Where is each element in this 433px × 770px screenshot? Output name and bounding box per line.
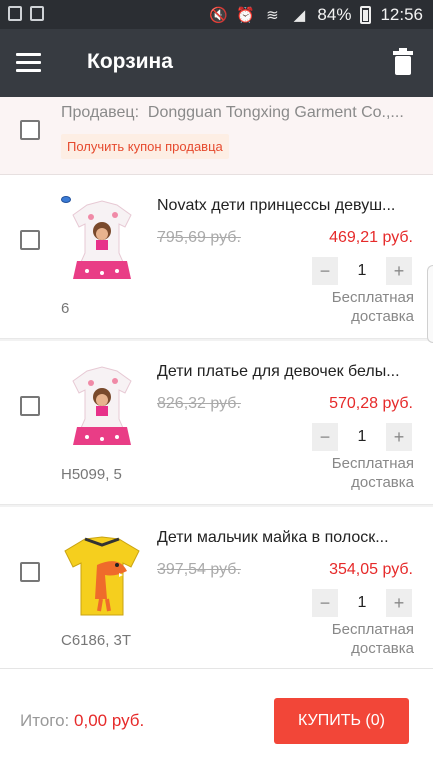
shipping-line-2: доставка — [351, 640, 414, 657]
item-variant: H5099, 5 — [61, 466, 122, 483]
item-old-price: 795,69 руб. — [157, 229, 241, 246]
seller-name-value: Dongguan Tongxing Garment Co.,... — [147, 104, 404, 121]
shipping-line-2: доставка — [351, 474, 414, 491]
item-variant: C6186, 3T — [61, 632, 132, 649]
quantity-stepper: − 1 + — [312, 423, 412, 451]
clock: 12:56 — [380, 5, 423, 24]
cart-item: Novatx дети принцессы девуш... 795,69 ру… — [0, 175, 433, 339]
quantity-stepper: − 1 + — [312, 257, 412, 285]
seller-select-checkbox[interactable] — [20, 120, 40, 140]
battery-icon — [360, 6, 372, 24]
item-old-price: 397,54 руб. — [157, 561, 241, 578]
battery-percent: 84% — [317, 5, 352, 24]
seller-label: Продавец: — [61, 104, 140, 121]
total-value: 0,00 руб. — [74, 711, 145, 730]
increase-quantity-button[interactable]: + — [386, 257, 412, 285]
product-image-boy-tshirt[interactable] — [57, 525, 147, 625]
item-select-checkbox[interactable] — [20, 230, 40, 250]
item-variant: 6 — [61, 300, 70, 317]
quantity-value: 1 — [357, 594, 367, 611]
trash-icon[interactable] — [393, 48, 413, 75]
notification-icons — [8, 6, 44, 21]
shipping-info: Бесплатная доставка — [314, 454, 414, 492]
item-old-price: 826,32 руб. — [157, 395, 241, 412]
gallery-notification-icon — [8, 6, 22, 21]
alarm-icon: ⏰ — [236, 7, 256, 24]
cart-total: Итого: 0,00 руб. — [20, 711, 144, 731]
get-seller-coupon-button[interactable]: Получить купон продавца — [61, 134, 229, 159]
item-price: 469,21 руб. — [329, 229, 413, 246]
shipping-line-1: Бесплатная — [331, 289, 414, 306]
shipping-info: Бесплатная доставка — [314, 288, 414, 326]
decrease-quantity-button[interactable]: − — [312, 589, 338, 617]
system-status: 🔇 ⏰ ≋ ◢ 84% 12:56 — [209, 5, 423, 25]
cart-list: Продавец: Dongguan Tongxing Garment Co.,… — [0, 97, 433, 668]
checkout-bar: Итого: 0,00 руб. КУПИТЬ (0) — [0, 668, 433, 770]
decrease-quantity-button[interactable]: − — [312, 423, 338, 451]
shipping-line-1: Бесплатная — [331, 621, 414, 638]
quantity-value: 1 — [357, 428, 367, 445]
quantity-stepper: − 1 + — [312, 589, 412, 617]
shipping-line-1: Бесплатная — [331, 455, 414, 472]
item-title[interactable]: Дети платье для девочек белы... — [157, 363, 412, 381]
wifi-icon: ≋ — [266, 7, 279, 24]
signal-icon: ◢ — [293, 7, 306, 24]
item-select-checkbox[interactable] — [20, 396, 40, 416]
quantity-value: 1 — [357, 262, 367, 279]
edge-panel-handle[interactable] — [427, 265, 433, 343]
seller-name[interactable]: Продавец: Dongguan Tongxing Garment Co.,… — [61, 104, 421, 122]
product-image-girl-dress[interactable] — [57, 359, 147, 459]
product-image-girl-dress[interactable] — [57, 193, 147, 293]
decrease-quantity-button[interactable]: − — [312, 257, 338, 285]
shipping-line-2: доставка — [351, 308, 414, 325]
mute-icon: 🔇 — [209, 7, 229, 24]
item-price: 354,05 руб. — [329, 561, 413, 578]
status-bar: 🔇 ⏰ ≋ ◢ 84% 12:56 — [0, 0, 433, 29]
shipping-info: Бесплатная доставка — [314, 620, 414, 658]
buy-button[interactable]: КУПИТЬ (0) — [274, 698, 409, 744]
increase-quantity-button[interactable]: + — [386, 423, 412, 451]
cart-item: Дети мальчик майка в полоск... 397,54 ру… — [0, 507, 433, 668]
hamburger-menu-icon[interactable] — [16, 53, 41, 73]
seller-header: Продавец: Dongguan Tongxing Garment Co.,… — [0, 97, 433, 175]
item-price: 570,28 руб. — [329, 395, 413, 412]
cart-item: Дети платье для девочек белы... 826,32 р… — [0, 341, 433, 505]
item-title[interactable]: Novatx дети принцессы девуш... — [157, 197, 412, 215]
item-select-checkbox[interactable] — [20, 562, 40, 582]
item-title[interactable]: Дети мальчик майка в полоск... — [157, 529, 412, 547]
app-toolbar: Корзина — [0, 29, 433, 97]
total-label: Итого: — [20, 711, 70, 730]
app-notification-icon — [30, 6, 44, 21]
increase-quantity-button[interactable]: + — [386, 589, 412, 617]
page-title: Корзина — [87, 50, 173, 73]
